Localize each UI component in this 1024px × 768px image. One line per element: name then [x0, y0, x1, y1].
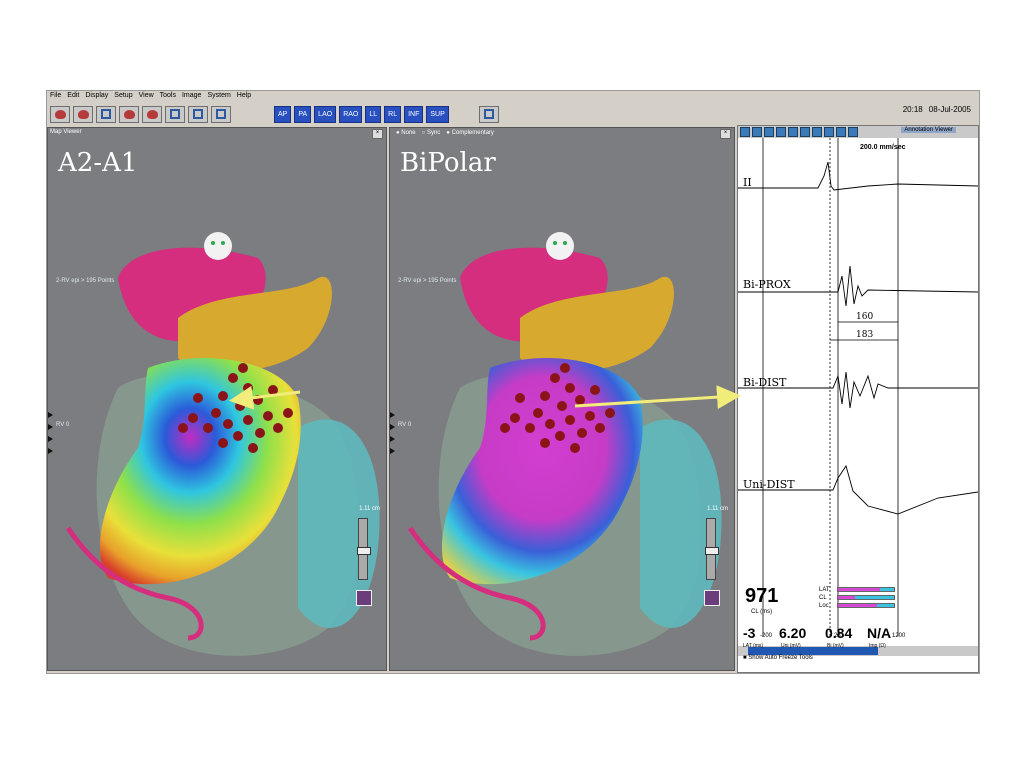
monitor-icon — [483, 109, 494, 119]
bar-label-lat: LAT — [819, 587, 830, 593]
menu-setup[interactable]: Setup — [114, 91, 132, 101]
map-title: BiPolar — [400, 148, 496, 178]
view-ll-button[interactable]: LL — [365, 105, 382, 123]
bi-value: 0.84 — [825, 625, 853, 641]
loc-bar — [837, 603, 895, 608]
lat-unit: LAT (ms) — [743, 643, 764, 649]
interval-160: 160 — [856, 312, 873, 322]
sync-options: ● None ○ Sync ● Complementary — [396, 130, 494, 136]
clock-time: 20:18 — [902, 105, 923, 114]
monitor-icon — [216, 109, 226, 119]
side-arrows[interactable] — [48, 412, 54, 460]
scale-label: 1.11 cm — [359, 506, 380, 512]
side-arrows[interactable] — [390, 412, 396, 460]
carto-window: File Edit Display Setup View Tools Image… — [46, 90, 980, 674]
trace-label-ii: II — [743, 176, 752, 189]
heart-icon — [123, 109, 135, 119]
view-rl-button[interactable]: RL — [384, 105, 402, 123]
toolbar: AP PA LAO RAO LL RL INF SUP — [47, 103, 979, 125]
slider-knob[interactable] — [357, 547, 371, 555]
cl-value: 971 — [745, 585, 779, 607]
monitor-button[interactable] — [478, 105, 499, 123]
menu-system[interactable]: System — [207, 91, 230, 101]
menu-tools[interactable]: Tools — [160, 91, 176, 101]
image-icon — [170, 109, 180, 119]
view-lao-button[interactable]: LAO — [314, 105, 337, 123]
auto-freeze-label: Show Auto Freeze Tools — [748, 655, 813, 661]
view-rao-button[interactable]: RAO — [339, 105, 363, 123]
clock-date: 08-Jul-2005 — [928, 105, 971, 114]
view-ap-button[interactable]: AP — [274, 105, 292, 123]
zoom-slider[interactable] — [357, 518, 371, 580]
heart-shell-button[interactable] — [142, 105, 162, 123]
trace-label-bi-dist: Bi-DIST — [743, 376, 787, 389]
menu-image[interactable]: Image — [182, 91, 201, 101]
heart-display-button[interactable] — [119, 105, 139, 123]
orientation-cube-icon[interactable] — [704, 590, 720, 606]
heart-icon — [77, 109, 89, 119]
window-title: Map Viewer — [50, 129, 82, 135]
heart-icon — [146, 109, 158, 119]
zoom-slider[interactable] — [705, 518, 719, 580]
radio-sync[interactable]: ○ Sync — [422, 130, 441, 136]
menu-view[interactable]: View — [139, 91, 154, 101]
slider-knob[interactable] — [705, 547, 719, 555]
cl-unit: CL (ms) — [751, 609, 773, 615]
menu-file[interactable]: File — [50, 91, 61, 101]
rv-label: RV 0 — [56, 422, 70, 428]
uni-value: 6.20 — [779, 625, 807, 641]
view-inf-button[interactable]: INF — [404, 105, 424, 123]
map-viewer-left[interactable]: Map Viewer × A2-A1 2-RV epi > 195 Points… — [47, 127, 387, 671]
menu-bar: File Edit Display Setup View Tools Image… — [47, 91, 979, 101]
point-stats: 971 CL (ms) LAT CL Loc -3 LAT (ms) 6.20 … — [737, 579, 979, 673]
map-viewer-right[interactable]: ● None ○ Sync ● Complementary × BiPolar … — [389, 127, 735, 671]
heart-map-bipolar[interactable] — [390, 128, 735, 671]
imp-unit: Imp (Ω) — [869, 643, 886, 649]
image-button[interactable] — [165, 105, 185, 123]
heart-icon — [54, 109, 66, 119]
interval-183: 183 — [856, 330, 873, 340]
view-pa-button[interactable]: PA — [294, 105, 312, 123]
cl-bar — [837, 595, 895, 600]
trace-label-bi-prox: Bi-PROX — [743, 278, 791, 291]
trace-label-uni-dist: Uni-DIST — [743, 478, 795, 491]
orientation-cube-icon[interactable] — [356, 590, 372, 606]
window-icon — [101, 109, 111, 119]
map-title: A2-A1 — [58, 148, 138, 178]
menu-display[interactable]: Display — [85, 91, 108, 101]
heart-map-button[interactable] — [50, 105, 70, 123]
heart-compare-button[interactable] — [73, 105, 93, 123]
bi-unit: Bi (mV) — [827, 643, 844, 649]
bar-label-cl: CL — [819, 595, 827, 601]
auto-freeze-toggle[interactable]: ■ Show Auto Freeze Tools — [743, 655, 813, 661]
catheter-icon — [193, 109, 203, 119]
rv-label: RV 0 — [398, 422, 412, 428]
menu-edit[interactable]: Edit — [67, 91, 79, 101]
layout-button[interactable] — [96, 105, 116, 123]
radio-complementary[interactable]: ● Complementary — [446, 130, 494, 136]
radio-none[interactable]: ● None — [396, 130, 416, 136]
menu-help[interactable]: Help — [237, 91, 251, 101]
catheter-button[interactable] — [188, 105, 208, 123]
imp-value: N/A — [867, 625, 892, 641]
close-icon[interactable]: × — [720, 129, 731, 139]
view-sup-button[interactable]: SUP — [426, 105, 449, 123]
uni-unit: Uni (mV) — [781, 643, 801, 649]
bar-label-loc: Loc — [819, 603, 829, 609]
clock: 20:18 08-Jul-2005 — [903, 105, 971, 114]
close-icon[interactable]: × — [372, 129, 383, 139]
points-label: 2-RV epi > 195 Points — [398, 278, 457, 284]
lat-value: -3 — [743, 625, 756, 641]
heart-map-a2a1[interactable] — [48, 128, 387, 671]
scale-label: 1.11 cm — [707, 506, 728, 512]
lat-bar — [837, 587, 895, 592]
screen-button[interactable] — [211, 105, 231, 123]
patient-head-icon — [204, 232, 232, 260]
patient-head-icon — [546, 232, 574, 260]
points-label: 2-RV epi > 195 Points — [56, 278, 115, 284]
